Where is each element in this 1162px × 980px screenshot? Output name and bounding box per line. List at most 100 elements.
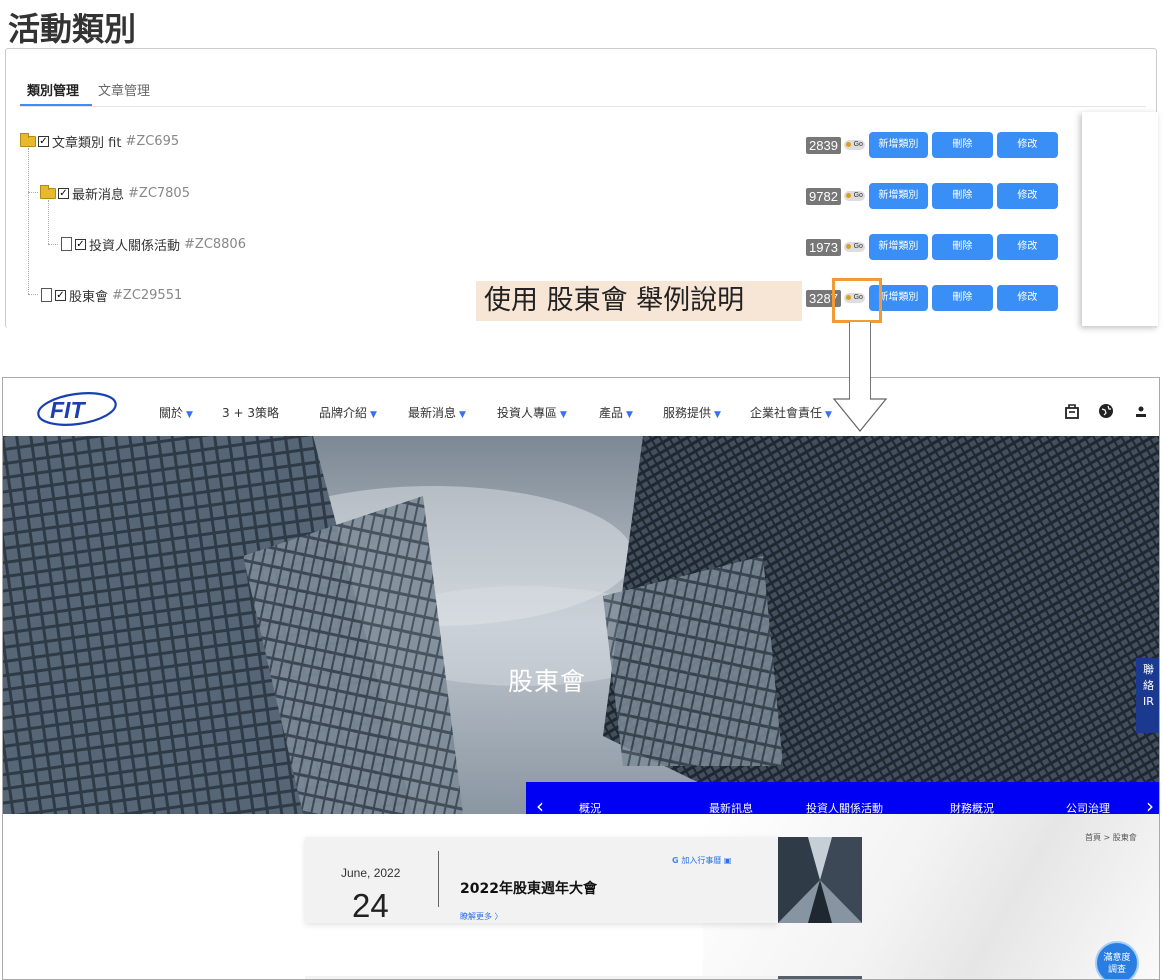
nav-label: 服務提供	[663, 406, 712, 420]
tree-item[interactable]: ✓ 最新消息 #ZC7805	[40, 183, 190, 203]
tree-item-label: 投資人關係活動	[89, 238, 181, 254]
contact-ir-tab[interactable]: 聯 絡 IR	[1136, 658, 1159, 733]
admin-screenshot: 活動類別 類別管理 文章管理 ✓ 文章類別 fit #ZC695 ✓ 最新消息 …	[0, 0, 1162, 328]
logo-text: FIT	[50, 397, 86, 423]
add-to-calendar-link[interactable]: G 加入行事曆 ▣	[672, 855, 731, 866]
tree-item[interactable]: ✓ 文章類別 fit #ZC695	[20, 131, 179, 151]
annotation-callout: 使用 股東會 舉例說明	[476, 281, 802, 321]
ir-tab-char: IR	[1143, 695, 1154, 708]
down-arrow-icon	[833, 398, 887, 432]
google-icon: G	[672, 856, 682, 865]
edit-button[interactable]: 修改	[996, 183, 1058, 209]
nav-services[interactable]: 服務提供 ▼	[663, 404, 721, 421]
checkbox[interactable]: ✓	[58, 187, 69, 199]
checkbox[interactable]: ✓	[55, 289, 66, 301]
nav-label: 品牌介紹	[319, 406, 368, 420]
ir-tab-char: 絡	[1143, 679, 1154, 692]
nav-csr[interactable]: 企業社會責任 ▼	[750, 404, 832, 421]
highlight-box	[832, 278, 882, 323]
nav-investors[interactable]: 投資人專區 ▼	[497, 404, 567, 421]
nav-about[interactable]: 關於 ▼	[159, 404, 193, 421]
subnav-ir-events[interactable]: 投資人關係活動	[806, 800, 883, 814]
chevron-down-icon: ▼	[626, 410, 633, 420]
subnav-governance[interactable]: 公司治理	[1066, 800, 1110, 814]
edit-button[interactable]: 修改	[996, 234, 1058, 260]
tree-item-code: #ZC29551	[112, 287, 183, 303]
chevron-right-icon[interactable]: ›	[1146, 794, 1154, 814]
chevron-down-icon: ▼	[825, 410, 832, 420]
document-icon	[41, 288, 52, 302]
nav-news[interactable]: 最新消息 ▼	[408, 404, 466, 421]
hero-banner: 股東會 聯 絡 IR ‹ 概況 最新訊息 投資人關係活動 財務概況 公司治理 ›	[3, 436, 1159, 814]
go-button[interactable]: Go	[843, 191, 865, 201]
tree-item-label: 文章類別 fit	[52, 135, 122, 151]
page-title: 活動類別	[8, 10, 137, 48]
chevron-down-icon: ▼	[459, 410, 466, 420]
checkbox[interactable]: ✓	[38, 135, 49, 147]
tree-connector	[48, 200, 49, 244]
tree-item-code: #ZC695	[125, 133, 180, 149]
add-category-button[interactable]: 新增類別	[868, 183, 928, 209]
briefcase-icon[interactable]	[1063, 402, 1081, 420]
nav-label: 產品	[599, 406, 624, 420]
chevron-down-icon: ▼	[714, 410, 721, 420]
nav-products[interactable]: 產品 ▼	[599, 404, 633, 421]
tab-divider	[20, 106, 1146, 107]
popup-overlay	[1082, 112, 1158, 326]
article-count: 9782	[806, 187, 841, 205]
edit-button[interactable]: 修改	[996, 132, 1058, 158]
tree-item[interactable]: ✓ 投資人關係活動 #ZC8806	[61, 234, 246, 254]
read-more-link[interactable]: 瞭解更多 〉	[460, 911, 503, 922]
breadcrumb: 首頁 > 股東會	[1085, 833, 1137, 842]
row-controls: 1973 Go 新增類別 刪除 修改	[806, 234, 1058, 260]
chevron-left-icon[interactable]: ‹	[536, 794, 544, 814]
article-count: 2839	[806, 136, 841, 154]
go-button[interactable]: Go	[843, 242, 865, 252]
tree-connector	[28, 192, 38, 193]
tree-item-label: 最新消息	[72, 187, 125, 203]
hero-title: 股東會	[508, 667, 587, 696]
event-month: June, 2022	[341, 866, 401, 880]
go-button[interactable]: Go	[843, 140, 865, 150]
tree-connector	[28, 294, 38, 295]
tab-category-management[interactable]: 類別管理	[27, 80, 79, 99]
row-controls: 2839 Go 新增類別 刪除 修改	[806, 132, 1058, 158]
add-category-button[interactable]: 新增類別	[868, 132, 928, 158]
satisfaction-survey-button[interactable]: 滿意度 調查	[1095, 941, 1139, 979]
site-navbar: FIT 關於 ▼ 3 + 3策略 品牌介紹 ▼ 最新消息 ▼ 投資人專區 ▼ 產品 ▼ 服…	[3, 378, 1159, 436]
fit-logo[interactable]: FIT	[36, 391, 118, 427]
calendar-label: 加入行事曆	[681, 856, 722, 865]
subnav-finance[interactable]: 財務概況	[950, 800, 994, 814]
tree-connector	[48, 244, 58, 245]
delete-button[interactable]: 刪除	[931, 183, 993, 209]
divider	[438, 851, 439, 907]
nav-label: 3 + 3策略	[222, 406, 279, 420]
survey-label: 滿意度	[1103, 953, 1131, 963]
nav-label: 關於	[159, 406, 184, 420]
event-day: 24	[352, 887, 389, 924]
delete-button[interactable]: 刪除	[931, 285, 993, 311]
tree-item-code: #ZC8806	[184, 236, 246, 252]
nav-brand[interactable]: 品牌介紹 ▼	[319, 404, 377, 421]
subnav-overview[interactable]: 概況	[579, 800, 601, 814]
nav-strategy[interactable]: 3 + 3策略	[222, 404, 279, 421]
event-thumbnail-partial	[778, 976, 862, 979]
hero-image	[3, 436, 1159, 814]
delete-button[interactable]: 刪除	[931, 234, 993, 260]
folder-icon	[40, 184, 56, 199]
globe-icon[interactable]	[1097, 402, 1115, 420]
tab-article-management[interactable]: 文章管理	[98, 80, 150, 99]
delete-button[interactable]: 刪除	[931, 132, 993, 158]
checkbox[interactable]: ✓	[75, 238, 86, 250]
add-category-button[interactable]: 新增類別	[868, 234, 928, 260]
event-card[interactable]: June, 2022 24 2022年股東週年大會 瞭解更多 〉 G 加入行事曆…	[305, 837, 778, 924]
survey-label: 調查	[1107, 965, 1126, 975]
section-subnav: ‹ 概況 最新訊息 投資人關係活動 財務概況 公司治理 ›	[526, 782, 1159, 814]
event-card-partial	[305, 976, 778, 979]
tree-item[interactable]: ✓ 股東會 #ZC29551	[41, 285, 182, 305]
user-icon[interactable]	[1132, 402, 1150, 420]
chevron-down-icon: ▼	[370, 410, 377, 420]
subnav-news[interactable]: 最新訊息	[709, 800, 753, 814]
page-content: 首頁 > 股東會 June, 2022 24 2022年股東週年大會 瞭解更多 …	[3, 814, 1159, 979]
edit-button[interactable]: 修改	[996, 285, 1058, 311]
